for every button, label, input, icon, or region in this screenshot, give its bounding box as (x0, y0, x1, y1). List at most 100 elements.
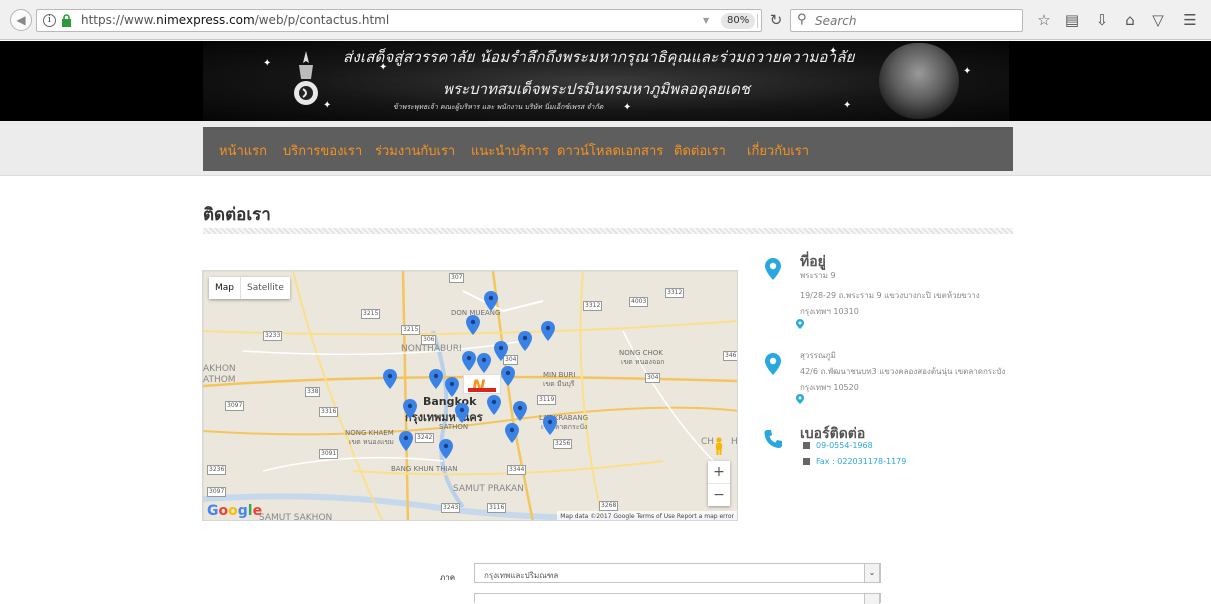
google-map[interactable]: Map Satellite DON MUEANG NONTHABURI NONG… (202, 270, 738, 521)
map-label: AKHON (203, 364, 236, 374)
route-shield: 3243 (441, 503, 461, 513)
nav-careers[interactable]: ร่วมงานกับเรา (375, 140, 455, 161)
location-pin-icon (765, 353, 781, 375)
home-icon[interactable]: ⌂ (1120, 10, 1140, 30)
zoom-in-icon[interactable]: + (708, 461, 730, 483)
phone-link[interactable]: 09-0554-1968 (816, 441, 873, 450)
bookmark-star-icon[interactable]: ☆ (1034, 10, 1054, 30)
map-pin-icon[interactable] (429, 369, 443, 389)
royal-emblem-icon (294, 51, 318, 105)
route-shield: 3097 (207, 487, 227, 497)
map-pin-icon[interactable] (487, 395, 501, 415)
route-shield: 3242 (415, 433, 435, 443)
url-text[interactable]: https://www.nimexpress.com/web/p/contact… (81, 13, 389, 27)
branch-name: พระราม 9 (800, 271, 836, 280)
route-shield: 3116 (487, 503, 507, 513)
region-select[interactable]: กรุงเทพและปริมณฑล ⌄ (474, 563, 881, 583)
route-shield: 3268 (599, 501, 619, 511)
map-label: H (731, 437, 738, 447)
map-pin-icon[interactable] (494, 341, 508, 361)
branch-address: 19/28-29 ถ.พระราม 9 แขวงบางกะปิ เขตห้วยข… (800, 291, 980, 300)
map-pin-icon[interactable] (439, 439, 453, 459)
fax-link[interactable]: Fax : 022031178-1179 (816, 457, 906, 466)
lock-icon[interactable] (61, 14, 72, 27)
sparkle-icon: ✦ (829, 46, 838, 57)
route-shield: 307 (449, 273, 465, 283)
map-link-pin-icon[interactable] (796, 394, 804, 404)
map-type-satellite-button[interactable]: Satellite (240, 277, 290, 299)
main-nav: หน้าแรก บริการของเรา ร่วมงานกับเรา แนะนำ… (203, 127, 1013, 171)
map-label: SAMUT PRAKAN (453, 484, 524, 494)
banner-line-2: พระบาทสมเด็จพระปรมินทรมหาภูมิพลอดุลยเดช (443, 80, 751, 98)
info-icon[interactable]: i (43, 14, 56, 27)
nav-service-guide[interactable]: แนะนำบริการ (471, 140, 549, 161)
sparkle-icon: ✦ (623, 102, 632, 113)
separator (757, 14, 758, 28)
map-pin-icon[interactable] (383, 369, 397, 389)
nav-downloads[interactable]: ดาวน์โหลดเอกสาร (557, 140, 663, 161)
reading-list-icon[interactable]: ▤ (1062, 10, 1082, 30)
map-type-map-button[interactable]: Map (209, 277, 240, 299)
map-pin-icon[interactable] (455, 403, 469, 423)
search-input[interactable] (815, 12, 1015, 30)
sparkle-icon: ✦ (263, 58, 272, 69)
map-pin-icon[interactable] (541, 321, 555, 341)
pocket-icon[interactable]: ▽ (1148, 10, 1168, 30)
chevron-down-icon[interactable] (864, 593, 880, 604)
second-select[interactable] (474, 593, 881, 604)
nav-contact[interactable]: ติดต่อเรา (674, 140, 726, 161)
route-shield: 3344 (507, 465, 527, 475)
map-label: BANG KHUN THIAN (391, 465, 458, 473)
address-bar[interactable]: i https://www.nimexpress.com/web/p/conta… (36, 9, 762, 32)
route-shield: 304 (645, 373, 661, 383)
nav-home[interactable]: หน้าแรก (219, 140, 267, 161)
branch-name: สุวรรณภูมิ (800, 351, 836, 360)
search-bar[interactable]: ⚲ (790, 9, 1023, 32)
chevron-down-icon[interactable]: ⌄ (864, 563, 880, 583)
location-pin-icon (765, 258, 781, 280)
branch-city: กรุงเทพฯ 10520 (800, 383, 859, 392)
map-label: เขต หนองจอก (621, 358, 665, 366)
map-link-pin-icon[interactable] (796, 319, 804, 329)
menu-icon[interactable]: ☰ (1180, 10, 1200, 30)
route-shield: 3091 (319, 449, 339, 459)
page-title: ติดต่อเรา (203, 205, 271, 225)
map-label: SAMUT SAKHON (259, 513, 333, 521)
branch-city: กรุงเทพฯ 10310 (800, 307, 859, 316)
nim-express-logo-marker[interactable]: N (463, 374, 501, 395)
portrait-image (879, 43, 959, 119)
page: ส่งเสด็จสู่สวรรคาลัย น้อมรำลึกถึงพระมหาก… (0, 41, 1211, 604)
map-pin-icon[interactable] (513, 401, 527, 421)
map-attribution[interactable]: Map data ©2017 Google Terms of Use Repor… (557, 511, 737, 520)
fax-square-icon (803, 458, 810, 465)
route-shield: 3316 (319, 407, 339, 417)
map-pin-icon[interactable] (445, 377, 459, 397)
map-pin-icon[interactable] (462, 351, 476, 371)
map-pin-icon[interactable] (477, 353, 491, 373)
map-pin-icon[interactable] (505, 423, 519, 443)
route-shield: 338 (305, 387, 321, 397)
zoom-out-icon[interactable]: − (708, 484, 730, 506)
street-view-pegman-icon[interactable] (713, 437, 725, 455)
nav-services[interactable]: บริการของเรา (283, 140, 362, 161)
zoom-indicator[interactable]: 80% (721, 13, 756, 29)
branch-address: 42/6 ถ.พัฒนาชนบท3 แขวงคลองสองต้นนุ่น เขต… (800, 367, 1006, 376)
reload-icon[interactable]: ↻ (764, 9, 788, 32)
map-label: ATHOM (203, 375, 236, 385)
banner-line-3: ข้าพระพุทธเจ้า คณะผู้บริหาร และ พนักงาน … (393, 103, 604, 111)
map-pin-icon[interactable] (399, 431, 413, 451)
sparkle-icon: ✦ (843, 100, 852, 111)
map-pin-icon[interactable] (466, 315, 480, 335)
nav-about[interactable]: เกี่ยวกับเรา (747, 140, 809, 161)
mourning-banner: ส่งเสด็จสู่สวรรคาลัย น้อมรำลึกถึงพระมหาก… (203, 41, 1009, 121)
map-pin-icon[interactable] (484, 291, 498, 311)
browser-toolbar: ◀ i https://www.nimexpress.com/web/p/con… (0, 0, 1211, 40)
map-pin-icon[interactable] (501, 366, 515, 386)
map-pin-icon[interactable] (403, 399, 417, 419)
map-pin-icon[interactable] (518, 331, 532, 351)
download-icon[interactable]: ⇩ (1092, 10, 1112, 30)
map-label: NONTHABURI (401, 344, 462, 354)
back-arrow-icon[interactable]: ◀ (10, 9, 32, 31)
dropdown-arrow-icon[interactable]: ▼ (703, 16, 709, 25)
map-pin-icon[interactable] (543, 415, 557, 435)
